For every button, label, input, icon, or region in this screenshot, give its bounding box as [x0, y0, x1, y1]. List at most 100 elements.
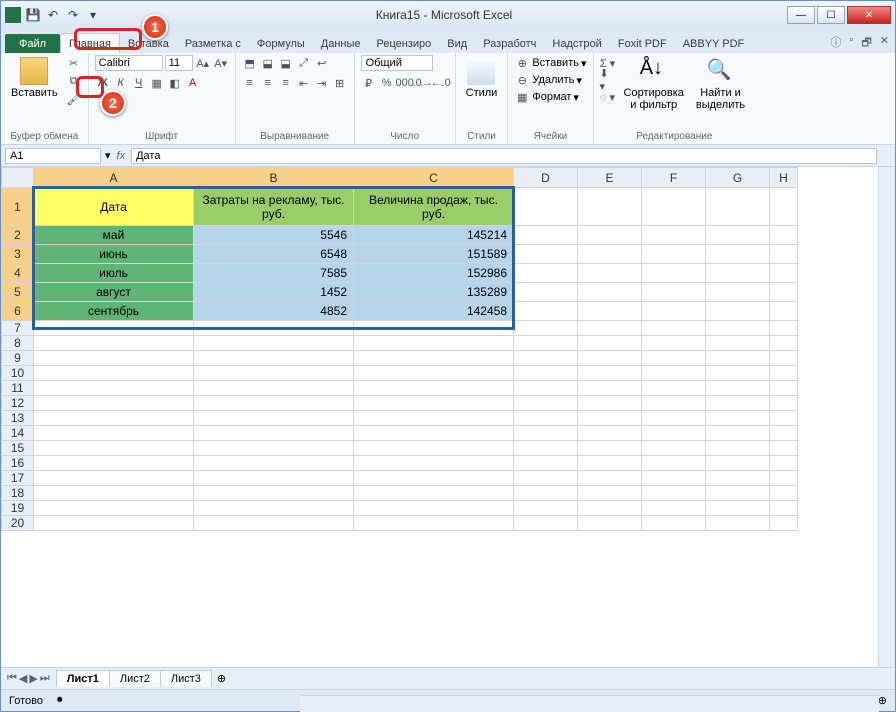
increase-indent-icon[interactable]: ⇥ [314, 75, 330, 91]
orientation-icon[interactable]: ⤢ [296, 55, 312, 71]
tab-file[interactable]: Файл [5, 34, 60, 53]
formula-bar[interactable]: Дата [131, 148, 877, 164]
col-header-B[interactable]: B [194, 168, 354, 188]
save-icon[interactable]: 💾 [25, 7, 41, 23]
tab-foxit[interactable]: Foxit PDF [610, 34, 675, 53]
styles-button[interactable]: Стили [462, 55, 502, 101]
font-name-select[interactable]: Calibri [95, 55, 163, 71]
sheet-first-icon[interactable]: ⏮ [7, 672, 17, 685]
align-center-icon[interactable]: ≡ [260, 75, 276, 91]
col-header-C[interactable]: C [354, 168, 514, 188]
help-icon[interactable]: ⓘ [831, 34, 842, 53]
sheet-next-icon[interactable]: ▶ [29, 672, 37, 685]
fx-icon[interactable]: fx [111, 150, 132, 162]
tab-formulas[interactable]: Формулы [249, 34, 313, 53]
row-header-12[interactable]: 12 [2, 396, 34, 411]
tab-layout[interactable]: Разметка с [177, 34, 249, 53]
select-all-corner[interactable] [2, 168, 34, 188]
format-cells-button[interactable]: ▦Формат ▾ [514, 89, 579, 105]
row-header-11[interactable]: 11 [2, 381, 34, 396]
row-header-19[interactable]: 19 [2, 501, 34, 516]
tab-abbyy[interactable]: ABBYY PDF [675, 34, 753, 53]
row-header-1[interactable]: 1 [2, 188, 34, 226]
number-format-select[interactable]: Общий [361, 55, 433, 71]
align-top-icon[interactable]: ⬒ [242, 55, 258, 71]
fill-icon[interactable]: ⬇ ▾ [600, 72, 616, 88]
tab-data[interactable]: Данные [313, 34, 369, 53]
window-close-icon[interactable]: ✕ [880, 34, 889, 53]
clear-icon[interactable]: ◌ ▾ [600, 89, 616, 105]
undo-icon[interactable]: ↶ [45, 7, 61, 23]
row-header-10[interactable]: 10 [2, 366, 34, 381]
align-right-icon[interactable]: ≡ [278, 75, 294, 91]
row-header-20[interactable]: 20 [2, 516, 34, 531]
underline-icon[interactable]: Ч [131, 75, 147, 91]
tab-developer[interactable]: Разработч [475, 34, 544, 53]
insert-cells-button[interactable]: ⊕Вставить ▾ [514, 55, 586, 71]
align-middle-icon[interactable]: ⬓ [260, 55, 276, 71]
qat-dropdown-icon[interactable]: ▾ [85, 7, 101, 23]
row-header-3[interactable]: 3 [2, 245, 34, 264]
row-header-7[interactable]: 7 [2, 321, 34, 336]
currency-icon[interactable]: ₽ [361, 75, 377, 91]
align-bottom-icon[interactable]: ⬓ [278, 55, 294, 71]
merge-icon[interactable]: ⊞ [332, 75, 348, 91]
ribbon-minimize-icon[interactable]: ▫ [850, 34, 854, 53]
row-header-8[interactable]: 8 [2, 336, 34, 351]
decrease-decimal-icon[interactable]: ←.0 [433, 75, 449, 91]
row-header-4[interactable]: 4 [2, 264, 34, 283]
wrap-text-icon[interactable]: ↩ [314, 55, 330, 71]
row-header-15[interactable]: 15 [2, 441, 34, 456]
sheet-prev-icon[interactable]: ◀ [19, 672, 27, 685]
grow-font-icon[interactable]: A▴ [195, 55, 211, 71]
row-header-9[interactable]: 9 [2, 351, 34, 366]
shrink-font-icon[interactable]: A▾ [213, 55, 229, 71]
sheet-tab-3[interactable]: Лист3 [160, 670, 212, 687]
increase-decimal-icon[interactable]: .0→ [415, 75, 431, 91]
col-header-F[interactable]: F [642, 168, 706, 188]
sheet-tab-2[interactable]: Лист2 [109, 670, 161, 687]
zoom-in-icon[interactable]: ⊕ [878, 694, 887, 707]
col-header-G[interactable]: G [706, 168, 770, 188]
percent-icon[interactable]: % [379, 75, 395, 91]
fill-color-icon[interactable]: ◧ [167, 75, 183, 91]
row-header-6[interactable]: 6 [2, 302, 34, 321]
italic-icon[interactable]: К [113, 75, 129, 91]
vertical-scrollbar[interactable] [878, 167, 895, 667]
new-sheet-icon[interactable]: ⊕ [211, 672, 232, 685]
row-header-18[interactable]: 18 [2, 486, 34, 501]
row-header-2[interactable]: 2 [2, 226, 34, 245]
sort-filter-button[interactable]: Å↓ Сортировка и фильтр [620, 55, 688, 113]
find-select-button[interactable]: 🔍 Найти и выделить [692, 55, 749, 113]
row-header-17[interactable]: 17 [2, 471, 34, 486]
row-header-5[interactable]: 5 [2, 283, 34, 302]
font-color-icon[interactable]: A [185, 75, 201, 91]
tab-view[interactable]: Вид [439, 34, 475, 53]
align-left-icon[interactable]: ≡ [242, 75, 258, 91]
comma-icon[interactable]: 000 [397, 75, 413, 91]
row-header-14[interactable]: 14 [2, 426, 34, 441]
col-header-E[interactable]: E [578, 168, 642, 188]
delete-cells-button[interactable]: ⊖Удалить ▾ [514, 72, 582, 88]
worksheet-grid[interactable]: A B C D E F G H 1 Дата Затраты на реклам… [1, 167, 895, 667]
paste-button[interactable]: Вставить [7, 55, 62, 101]
name-box[interactable]: A1 [5, 148, 101, 164]
cut-icon[interactable]: ✂ [66, 55, 82, 71]
macro-record-icon[interactable]: ⏺ [57, 694, 63, 707]
redo-icon[interactable]: ↷ [65, 7, 81, 23]
window-restore-icon[interactable]: 🗗 [861, 34, 871, 53]
col-header-A[interactable]: A [34, 168, 194, 188]
horizontal-scrollbar[interactable] [300, 695, 879, 712]
sheet-last-icon[interactable]: ⏭ [40, 672, 50, 685]
border-icon[interactable]: ▦ [149, 75, 165, 91]
tab-review[interactable]: Рецензиро [369, 34, 440, 53]
sheet-tab-1[interactable]: Лист1 [56, 670, 110, 687]
minimize-button[interactable]: — [787, 6, 815, 24]
tab-addins[interactable]: Надстрой [544, 34, 609, 53]
row-header-13[interactable]: 13 [2, 411, 34, 426]
row-header-16[interactable]: 16 [2, 456, 34, 471]
decrease-indent-icon[interactable]: ⇤ [296, 75, 312, 91]
maximize-button[interactable]: ☐ [817, 6, 845, 24]
close-button[interactable]: ✕ [847, 6, 891, 24]
col-header-H[interactable]: H [770, 168, 798, 188]
